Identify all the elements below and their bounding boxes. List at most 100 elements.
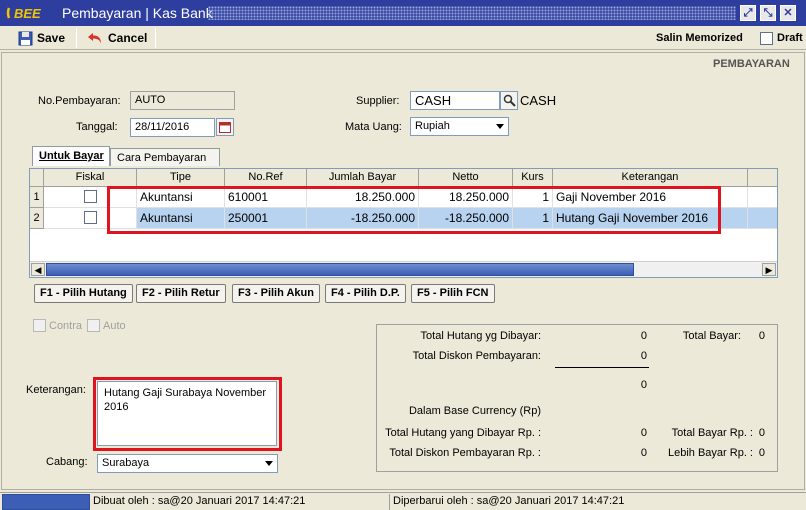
search-icon <box>503 94 516 107</box>
pilih-hutang-button[interactable]: F1 - Pilih Hutang <box>34 284 133 303</box>
pilih-akun-button[interactable]: F3 - Pilih Akun <box>232 284 320 303</box>
total-bayar-label: Total Bayar: <box>682 330 741 342</box>
total-diskon-rp-label: Total Diskon Pembayaran Rp. : <box>389 447 541 459</box>
calendar-button[interactable] <box>216 118 234 136</box>
cabang-select[interactable]: Surabaya <box>97 454 278 473</box>
total-bayar-value: 0 <box>758 330 765 342</box>
pilih-retur-button[interactable]: F2 - Pilih Retur <box>136 284 226 303</box>
salin-memorized-label: Salin Memorized <box>656 32 743 44</box>
total-bayar-rp-label: Total Bayar Rp. : <box>671 427 753 439</box>
total-diskon-value: 0 <box>640 350 647 362</box>
chevron-down-icon[interactable] <box>492 118 508 135</box>
pilih-dp-button[interactable]: F4 - Pilih D.P. <box>325 284 406 303</box>
pilih-fcn-button[interactable]: F5 - Pilih FCN <box>411 284 495 303</box>
salin-memorized-button[interactable]: Salin Memorized <box>656 29 743 47</box>
maximize-icon[interactable]: ⤡ <box>760 5 776 21</box>
supplier-label: Supplier: <box>356 95 400 107</box>
cancel-button[interactable]: Cancel <box>87 29 147 47</box>
toolbar-separator <box>155 28 156 48</box>
tab-untuk-bayar[interactable]: Untuk Bayar <box>32 146 110 166</box>
horizontal-scrollbar[interactable]: ◀ ▶ <box>30 261 777 277</box>
subtotal-divider <box>555 367 649 368</box>
save-label: Save <box>37 31 66 45</box>
base-currency-label: Dalam Base Currency (Rp) <box>408 405 541 417</box>
scroll-left-icon[interactable]: ◀ <box>31 263 45 276</box>
status-updated: Diperbarui oleh : sa@20 Januari 2017 14:… <box>393 495 625 507</box>
column-header-tipe[interactable]: Tipe <box>137 169 225 187</box>
draft-toggle[interactable]: Draft <box>760 29 803 47</box>
auto-option[interactable]: Auto <box>87 319 126 332</box>
column-header-jumlah-bayar[interactable]: Jumlah Bayar <box>307 169 419 187</box>
de-cell[interactable] <box>748 208 777 229</box>
row-number: 1 <box>30 187 44 208</box>
contra-checkbox[interactable] <box>33 319 46 332</box>
section-title: PEMBAYARAN <box>713 58 790 70</box>
auto-checkbox[interactable] <box>87 319 100 332</box>
total-hutang-label: Total Hutang yg Dibayar: <box>420 330 541 342</box>
chevron-down-icon[interactable] <box>261 455 277 472</box>
auto-label: Auto <box>103 319 126 332</box>
column-header-kurs[interactable]: Kurs <box>513 169 553 187</box>
annotation-highlight-notes <box>93 377 282 451</box>
no-pembayaran-label: No.Pembayaran: <box>38 95 121 107</box>
tanggal-field[interactable]: 28/11/2016 <box>130 118 215 137</box>
total-diskon-rp-value: 0 <box>640 447 647 459</box>
calendar-icon <box>219 121 231 133</box>
logo-text: BEE <box>14 6 41 21</box>
row-number: 2 <box>30 208 44 229</box>
supplier-code-field[interactable]: CASH <box>410 91 500 110</box>
keterangan-label: Keterangan: <box>26 384 86 396</box>
save-button[interactable]: Save <box>18 29 65 47</box>
supplier-lookup-button[interactable] <box>500 91 518 110</box>
summary-panel: Total Hutang yg Dibayar: 0 Total Diskon … <box>376 324 778 472</box>
tab-untuk-bayar-label: Untuk Bayar <box>39 150 104 162</box>
tab-cara-pembayaran[interactable]: Cara Pembayaran <box>110 148 220 166</box>
cabang-label: Cabang: <box>46 456 88 468</box>
fiskal-checkbox[interactable] <box>84 211 97 224</box>
tab-cara-pembayaran-label: Cara Pembayaran <box>117 152 207 164</box>
total-bayar-rp-value: 0 <box>758 427 765 439</box>
scroll-right-icon[interactable]: ▶ <box>762 263 776 276</box>
cabang-value: Surabaya <box>102 457 150 469</box>
close-icon[interactable]: ✕ <box>780 5 796 21</box>
no-pembayaran-field[interactable]: AUTO <box>130 91 235 110</box>
fiskal-checkbox[interactable] <box>84 190 97 203</box>
column-header-netto[interactable]: Netto <box>419 169 513 187</box>
subtotal-value: 0 <box>640 379 647 391</box>
total-diskon-label: Total Diskon Pembayaran: <box>412 350 541 362</box>
scrollbar-thumb[interactable] <box>46 263 634 276</box>
contra-label: Contra <box>49 319 83 332</box>
cancel-label: Cancel <box>108 31 148 45</box>
de-cell[interactable] <box>748 187 777 208</box>
column-header-fiskal[interactable]: Fiskal <box>44 169 137 187</box>
mata-uang-value: Rupiah <box>415 120 450 132</box>
floppy-disk-icon <box>18 31 33 45</box>
title-bar: BEE Pembayaran | Kas Bank ⤢ ⤡ ✕ <box>0 0 806 26</box>
column-header-de[interactable]: De <box>748 169 777 187</box>
status-created: Dibuat oleh : sa@20 Januari 2017 14:47:2… <box>90 494 390 510</box>
title-bar-pattern <box>208 6 736 20</box>
window-title: Pembayaran | Kas Bank <box>62 5 213 21</box>
draft-checkbox[interactable] <box>760 31 773 45</box>
lebih-bayar-rp-label: Lebih Bayar Rp. : <box>668 447 753 459</box>
toolbar: Save Cancel Salin Memorized Draft <box>0 26 806 50</box>
tanggal-label: Tanggal: <box>76 121 118 133</box>
status-indicator <box>2 494 90 510</box>
status-bar: Dibuat oleh : sa@20 Januari 2017 14:47:2… <box>0 492 806 510</box>
minimize-icon[interactable]: ⤢ <box>740 5 756 21</box>
mata-uang-label: Mata Uang: <box>345 121 402 133</box>
total-hutang-rp-label: Total Hutang yang Dibayar Rp. : <box>385 427 541 439</box>
annotation-highlight-rows <box>107 186 721 234</box>
column-header-keterangan[interactable]: Keterangan <box>553 169 748 187</box>
mata-uang-select[interactable]: Rupiah <box>410 117 509 136</box>
total-hutang-rp-value: 0 <box>640 427 647 439</box>
total-hutang-value: 0 <box>640 330 647 342</box>
contra-option[interactable]: Contra <box>33 319 82 332</box>
column-header-no-ref[interactable]: No.Ref <box>225 169 307 187</box>
undo-arrow-icon <box>88 32 101 44</box>
bee-logo: BEE <box>6 5 56 21</box>
toolbar-separator <box>76 28 77 48</box>
grid-corner <box>30 169 44 187</box>
draft-label: Draft <box>777 32 803 44</box>
supplier-name: CASH <box>520 93 557 108</box>
